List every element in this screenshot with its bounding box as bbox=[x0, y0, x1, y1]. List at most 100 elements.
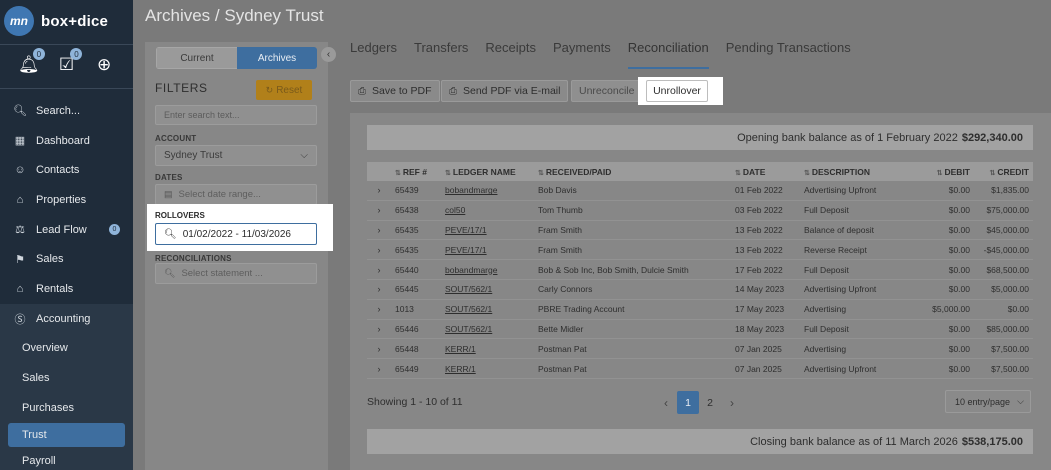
cell-ledger-link-text[interactable]: bobandmarge bbox=[445, 265, 497, 275]
page-1[interactable]: 1 bbox=[677, 391, 699, 414]
col-label: LEDGER NAME bbox=[452, 166, 516, 177]
reset-button[interactable]: ↻ Reset bbox=[256, 80, 312, 100]
expand-row-icon[interactable]: › bbox=[367, 245, 391, 255]
save-pdf-button[interactable]: ⎙ Save to PDF bbox=[350, 80, 440, 102]
cell-received-text: PBRE Trading Account bbox=[538, 304, 625, 315]
expand-row-icon[interactable]: › bbox=[367, 265, 391, 275]
cell-description: Advertising Upfront bbox=[800, 364, 914, 374]
col-description[interactable]: ⇅ DESCRIPTION bbox=[800, 167, 914, 177]
task-check-icon[interactable]: ☑ 0 bbox=[55, 48, 83, 76]
tab-pending-transactions[interactable]: Pending Transactions bbox=[726, 40, 851, 62]
col-ref[interactable]: ⇅ REF # bbox=[391, 167, 441, 177]
tab-ledgers[interactable]: Ledgers bbox=[350, 40, 397, 62]
cell-ledger-link[interactable]: bobandmarge bbox=[441, 265, 534, 275]
cell-ledger-link[interactable]: SOUT/562/1 bbox=[441, 304, 534, 314]
unreconcile-button[interactable]: Unreconcile bbox=[571, 80, 643, 102]
collapse-panel-button[interactable]: ‹ bbox=[321, 47, 336, 62]
cell-date-text: 17 Feb 2022 bbox=[735, 264, 783, 275]
table-row[interactable]: › 65439 bobandmarge Bob Davis 01 Feb 2022 Adv… bbox=[367, 181, 1033, 201]
sidebar-item-rentals[interactable]: ⌂ Rentals bbox=[0, 274, 133, 304]
table-row[interactable]: › 65445 SOUT/562/1 Carly Connors 14 May 2023… bbox=[367, 280, 1033, 300]
expand-row-icon[interactable]: › bbox=[367, 205, 391, 215]
tab-archives[interactable]: Archives bbox=[237, 47, 317, 69]
account-select[interactable]: Sydney Trust ⌵ bbox=[155, 145, 317, 166]
expand-row-icon[interactable]: › bbox=[367, 324, 391, 334]
sidebar-item-search[interactable]: 🔍︎ Search... bbox=[0, 96, 133, 126]
opening-balance: Opening bank balance as of 1 February 20… bbox=[367, 125, 1033, 150]
cell-ledger-link-text[interactable]: SOUT/562/1 bbox=[445, 284, 492, 294]
rollovers-field[interactable]: 🔍︎ 01/02/2022 - 11/03/2026 bbox=[155, 223, 317, 245]
expand-row-icon[interactable]: › bbox=[367, 364, 391, 374]
sidebar-item-sales[interactable]: ⚑ Sales bbox=[0, 244, 133, 274]
expand-row-icon[interactable]: › bbox=[367, 304, 391, 314]
prev-page-icon[interactable]: ‹ bbox=[655, 391, 677, 414]
col-received[interactable]: ⇅ RECEIVED/PAID bbox=[534, 167, 731, 177]
cell-received: PBRE Trading Account bbox=[534, 304, 731, 314]
cell-ledger-link-text[interactable]: bobandmarge bbox=[445, 185, 497, 195]
expand-row-icon[interactable]: › bbox=[367, 284, 391, 294]
statement-select[interactable]: 🔍︎ Select statement ... bbox=[155, 263, 317, 284]
send-pdf-button[interactable]: ⎙ Send PDF via E-mail bbox=[441, 80, 569, 102]
expand-row-icon[interactable]: › bbox=[367, 344, 391, 354]
cell-debit: $0.00 bbox=[914, 324, 974, 334]
cell-ledger-link[interactable]: bobandmarge bbox=[441, 185, 534, 195]
col-date[interactable]: ⇅ DATE bbox=[731, 167, 800, 177]
expand-row-icon[interactable]: › bbox=[367, 185, 391, 195]
sidebar-item-contacts[interactable]: ☺ Contacts bbox=[0, 155, 133, 185]
cell-ledger-link[interactable]: SOUT/562/1 bbox=[441, 324, 534, 334]
table-row[interactable]: › 65449 KERR/1 Postman Pat 07 Jan 2025 Advert… bbox=[367, 359, 1033, 379]
tab-current[interactable]: Current bbox=[156, 47, 237, 69]
sidebar-item-label: Sales bbox=[22, 372, 50, 385]
cell-ledger-link-text[interactable]: SOUT/562/1 bbox=[445, 304, 492, 314]
brand[interactable]: mn box+dice bbox=[4, 5, 130, 37]
next-page-icon[interactable]: › bbox=[721, 391, 743, 414]
cell-ledger-link[interactable]: SOUT/562/1 bbox=[441, 284, 534, 294]
sidebar-item-purchases[interactable]: Purchases bbox=[0, 393, 133, 423]
sidebar-item-trust[interactable]: Trust bbox=[8, 422, 125, 447]
cell-ledger-link[interactable]: col50 bbox=[441, 205, 534, 215]
date-range-field[interactable]: ▤ Select date range... bbox=[155, 184, 317, 205]
bell-icon[interactable]: 🔔︎ 0 bbox=[18, 48, 45, 76]
tab-reconciliation[interactable]: Reconciliation bbox=[627, 40, 709, 69]
sidebar-item-accounting-sales[interactable]: Sales bbox=[0, 363, 133, 393]
cell-ledger-link[interactable]: KERR/1 bbox=[441, 344, 534, 354]
unrollover-button[interactable]: Unrollover bbox=[646, 80, 708, 102]
rollovers-filter: ROLLOVERS 🔍︎ 01/02/2022 - 11/03/2026 bbox=[147, 204, 333, 251]
sidebar-item-payroll[interactable]: Payroll bbox=[0, 447, 133, 470]
sidebar-item-accounting[interactable]: Ⓢ Accounting bbox=[0, 304, 133, 334]
tab-receipts[interactable]: Receipts bbox=[485, 40, 536, 62]
cell-ledger-link[interactable]: PEVE/17/1 bbox=[441, 225, 534, 235]
sidebar-item-overview[interactable]: Overview bbox=[0, 334, 133, 364]
search-input[interactable]: Enter search text... bbox=[155, 105, 317, 125]
accounting-group: Ⓢ Accounting Overview Sales Purchases Tru… bbox=[0, 303, 133, 470]
cell-ledger-link-text[interactable]: col50 bbox=[445, 205, 465, 215]
cell-ledger-link-text[interactable]: PEVE/17/1 bbox=[445, 225, 487, 235]
cell-ledger-link-text[interactable]: PEVE/17/1 bbox=[445, 245, 487, 255]
cell-ledger-link[interactable]: PEVE/17/1 bbox=[441, 245, 534, 255]
col-debit[interactable]: ⇅ DEBIT bbox=[914, 167, 974, 177]
col-credit[interactable]: ⇅ CREDIT bbox=[974, 167, 1033, 177]
closing-balance-label: Closing bank balance as of 11 March 2026 bbox=[750, 435, 958, 448]
table-row[interactable]: › 65438 col50 Tom Thumb 03 Feb 2022 Full Depo… bbox=[367, 201, 1033, 221]
table-row[interactable]: › 65446 SOUT/562/1 Bette Midler 18 May 2023 F… bbox=[367, 320, 1033, 340]
table-row[interactable]: › 65440 bobandmarge Bob & Sob Inc, Bob Smit… bbox=[367, 260, 1033, 280]
expand-row-icon[interactable]: › bbox=[367, 225, 391, 235]
table-row[interactable]: › 1013 SOUT/562/1 PBRE Trading Account 17 Ma… bbox=[367, 300, 1033, 320]
page-2[interactable]: 2 bbox=[699, 391, 721, 414]
sidebar-item-lead-flow[interactable]: ⚖ Lead Flow 0 bbox=[0, 215, 133, 245]
table-row[interactable]: › 65448 KERR/1 Postman Pat 07 Jan 2025 Advert… bbox=[367, 339, 1033, 360]
sidebar-item-dashboard[interactable]: ▦ Dashboard bbox=[0, 126, 133, 156]
col-ledger[interactable]: ⇅ LEDGER NAME bbox=[441, 167, 534, 177]
table-row[interactable]: › 65435 PEVE/17/1 Fram Smith 13 Feb 2022 Reve… bbox=[367, 240, 1033, 261]
cell-ledger-link-text[interactable]: KERR/1 bbox=[445, 344, 476, 354]
add-icon[interactable]: ⊕ bbox=[93, 54, 115, 76]
table-row[interactable]: › 65435 PEVE/17/1 Fram Smith 13 Feb 2022 Bala… bbox=[367, 221, 1033, 241]
cell-ledger-link-text[interactable]: SOUT/562/1 bbox=[445, 324, 492, 334]
tab-payments[interactable]: Payments bbox=[553, 40, 611, 62]
cell-ledger-link-text[interactable]: KERR/1 bbox=[445, 364, 476, 374]
tab-transfers[interactable]: Transfers bbox=[414, 40, 468, 62]
cell-description: Reverse Receipt bbox=[800, 245, 914, 255]
sidebar-item-properties[interactable]: ⌂ Properties bbox=[0, 185, 133, 215]
cell-ledger-link[interactable]: KERR/1 bbox=[441, 364, 534, 374]
per-page-select[interactable]: 10 entry/page ⌵ bbox=[945, 390, 1031, 413]
